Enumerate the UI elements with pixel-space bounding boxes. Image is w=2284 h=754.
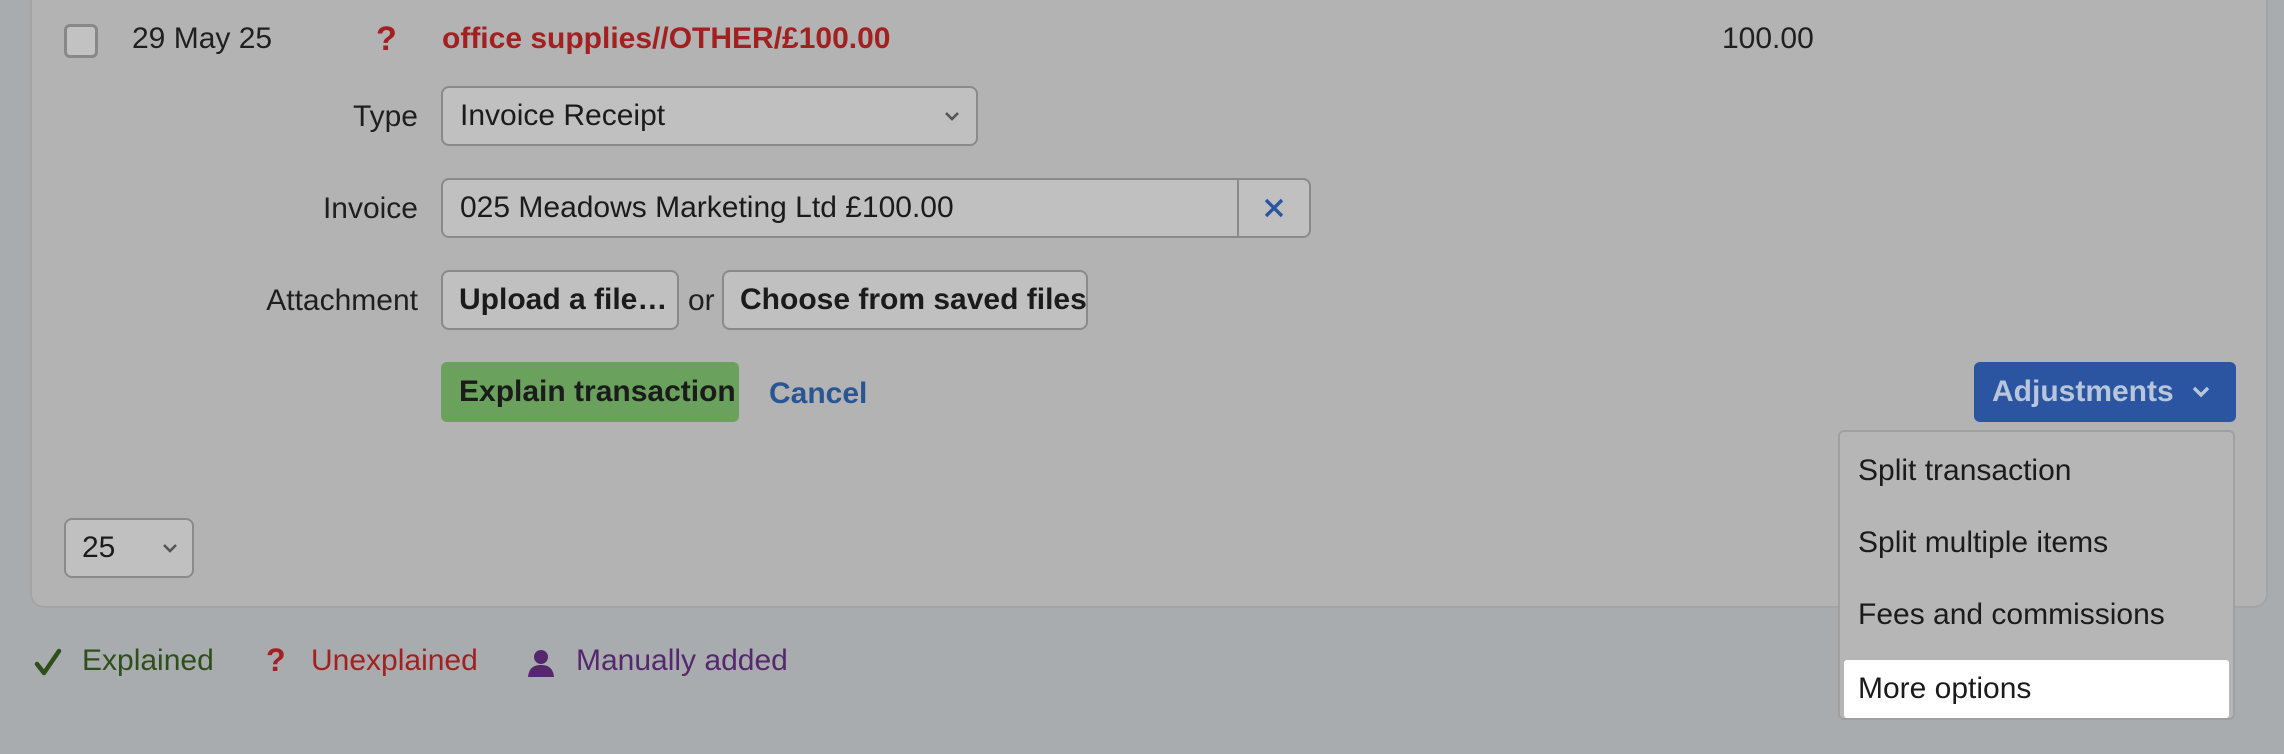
- legend-manually-added: Manually added: [576, 644, 788, 677]
- type-select-value: Invoice Receipt: [460, 99, 666, 132]
- adjustments-menu: Split transaction Split multiple items F…: [1838, 430, 2235, 720]
- or-text: or: [688, 284, 715, 317]
- cancel-link[interactable]: Cancel: [769, 377, 867, 411]
- menu-item-split-multiple-items[interactable]: Split multiple items: [1844, 514, 2229, 572]
- legend-explained: Explained: [82, 644, 214, 677]
- chevron-down-icon: [2192, 386, 2210, 398]
- chevron-down-icon: [163, 544, 177, 553]
- unexplained-status-icon: ?: [376, 20, 397, 58]
- invoice-label: Invoice: [322, 192, 418, 225]
- legend-unexplained: Unexplained: [311, 644, 478, 677]
- chevron-down-icon: [945, 112, 959, 121]
- close-icon: [1264, 198, 1284, 218]
- question-icon: ?: [266, 642, 286, 678]
- transaction-date: 29 May 25: [132, 22, 273, 55]
- attachment-label: Attachment: [266, 284, 418, 317]
- type-label: Type: [352, 100, 418, 133]
- invoice-value: 025 Meadows Marketing Ltd £100.00: [460, 191, 954, 224]
- upload-file-button[interactable]: Upload a file…: [441, 270, 679, 330]
- type-select[interactable]: Invoice Receipt: [441, 86, 978, 146]
- per-page-value: 25: [82, 531, 116, 564]
- explain-transaction-button[interactable]: Explain transaction: [441, 362, 739, 422]
- transaction-checkbox[interactable]: [64, 24, 98, 58]
- checkmark-icon: [34, 648, 62, 676]
- transaction-description[interactable]: office supplies//OTHER/£100.00: [442, 22, 891, 56]
- choose-saved-files-button[interactable]: Choose from saved files: [722, 270, 1088, 330]
- transaction-amount: 100.00: [1722, 22, 1814, 55]
- menu-item-split-transaction[interactable]: Split transaction: [1844, 442, 2229, 500]
- invoice-field[interactable]: 025 Meadows Marketing Ltd £100.00: [441, 178, 1311, 238]
- adjustments-label: Adjustments: [1992, 375, 2174, 408]
- per-page-select[interactable]: 25: [64, 518, 194, 578]
- clear-invoice-button[interactable]: [1237, 180, 1309, 236]
- person-icon: [528, 650, 554, 677]
- menu-item-fees-and-commissions[interactable]: Fees and commissions: [1844, 586, 2229, 644]
- menu-item-more-options[interactable]: More options: [1844, 660, 2229, 718]
- adjustments-button[interactable]: Adjustments: [1974, 362, 2236, 422]
